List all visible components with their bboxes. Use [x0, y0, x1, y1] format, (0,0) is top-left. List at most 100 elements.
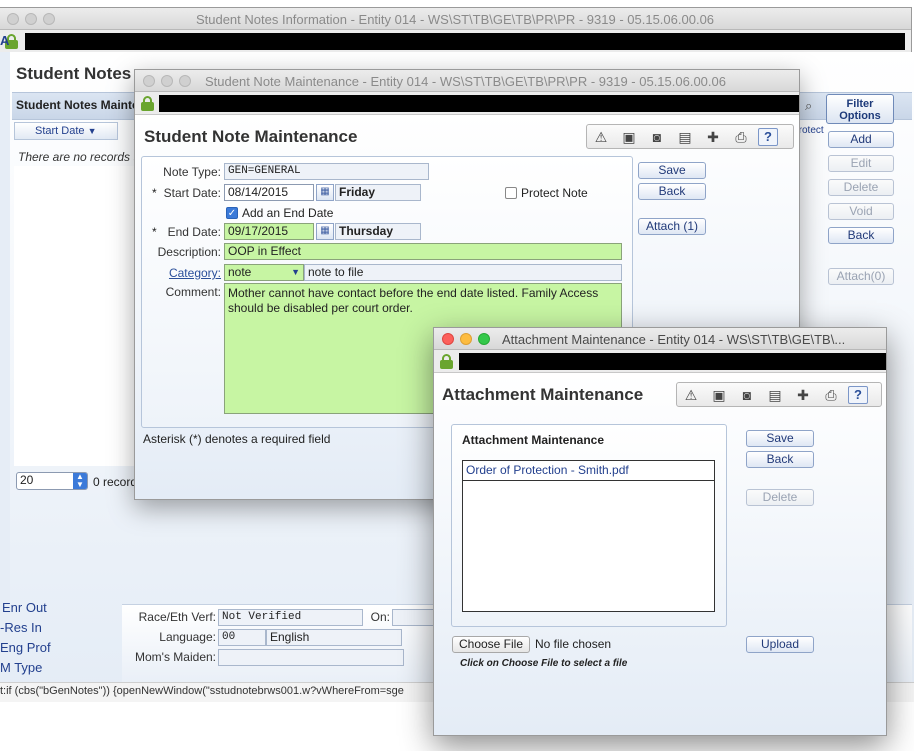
- window-title: Student Note Maintenance - Entity 014 - …: [205, 74, 726, 89]
- record-count: 0 records: [93, 475, 135, 489]
- window-controls: [442, 333, 496, 348]
- race-eth-verf-label: Race/Eth Verf:: [138, 610, 216, 624]
- race-eth-verf-field[interactable]: Not Verified: [218, 609, 363, 626]
- toolbar: ⚠ ▣ ◙ ▤ ✚ ⎙?: [676, 382, 882, 407]
- description-label: Description:: [157, 245, 221, 259]
- empty-message: There are no records to display: [18, 150, 136, 164]
- new-note-icon[interactable]: ✚: [794, 386, 812, 404]
- sidebar-link-m-type[interactable]: M Type: [0, 660, 42, 675]
- start-date-field[interactable]: 08/14/2015: [224, 184, 314, 201]
- attachment-panel-title: Attachment Maintenance: [462, 433, 605, 447]
- description-field[interactable]: OOP in Effect: [224, 243, 622, 260]
- address-bar: [0, 30, 911, 53]
- add-end-date-checkbox[interactable]: ✓: [226, 207, 238, 219]
- toolbar: ⚠ ▣ ◙ ▤ ✚ ⎙?: [586, 124, 794, 149]
- start-day-name: Friday: [339, 185, 376, 199]
- monitor-icon[interactable]: ▣: [620, 128, 638, 146]
- notes-icon[interactable]: ▤: [766, 386, 784, 404]
- edit-note-button[interactable]: Edit: [828, 155, 894, 172]
- sidebar-link-eng-prof[interactable]: Eng Prof: [0, 640, 51, 655]
- upload-button[interactable]: Upload: [746, 636, 814, 653]
- category-link[interactable]: Category:: [145, 266, 221, 280]
- address-bar: [135, 92, 799, 115]
- no-file-chosen-text: No file chosen: [535, 637, 612, 651]
- minimize-button[interactable]: [460, 333, 472, 345]
- titlebar: Attachment Maintenance - Entity 014 - WS…: [434, 328, 886, 350]
- attachment-list[interactable]: [462, 460, 715, 612]
- choose-file-hint: Click on Choose File to select a file: [460, 658, 628, 669]
- pointer-icon[interactable]: ⚠: [682, 386, 700, 404]
- save-button[interactable]: Save: [638, 162, 706, 179]
- section-title: Student Notes Maintenance: [16, 98, 138, 112]
- close-button[interactable]: [143, 75, 155, 87]
- attachment-page: Attachment Maintenance ⚠ ▣ ◙ ▤ ✚ ⎙? Attachmen…: [434, 374, 886, 735]
- sidebar-link-enr-out[interactable]: Enr Out: [2, 600, 47, 615]
- page-title: Attachment Maintenance: [442, 385, 644, 404]
- column-header-label: Start Date: [35, 125, 85, 137]
- titlebar: Student Note Maintenance - Entity 014 - …: [135, 70, 799, 92]
- back-button[interactable]: Back: [638, 183, 706, 200]
- window-title: Attachment Maintenance - Entity 014 - WS…: [502, 332, 846, 347]
- end-day-field: Thursday: [335, 223, 421, 240]
- lock-icon: [141, 96, 154, 111]
- note-type-field[interactable]: GEN=GENERAL: [224, 163, 429, 180]
- attachment-list-item[interactable]: Order of Protection - Smith.pdf: [463, 461, 714, 481]
- add-end-date-label: Add an End Date: [242, 206, 334, 220]
- filter-options-button[interactable]: Filter Options: [826, 94, 894, 124]
- status-bar-text: t:if (cbs("bGenNotes")) {openNewWindow("…: [0, 685, 404, 697]
- calendar-icon[interactable]: ▦: [316, 184, 334, 201]
- protect-note-checkbox[interactable]: [505, 187, 517, 199]
- required-field-note: Asterisk (*) denotes a required field: [143, 432, 331, 446]
- end-day-name: Thursday: [339, 224, 394, 238]
- url-field[interactable]: [25, 33, 905, 50]
- back-button[interactable]: Back: [828, 227, 894, 244]
- help-icon[interactable]: ?: [758, 128, 778, 146]
- lock-icon: [440, 354, 453, 369]
- end-date-field[interactable]: 09/17/2015: [224, 223, 314, 240]
- zoom-button[interactable]: [478, 333, 490, 345]
- moms-maiden-field[interactable]: [218, 649, 404, 666]
- chevron-down-icon: ▼: [291, 267, 300, 277]
- column-header-start-date[interactable]: Start Date ▼: [14, 122, 118, 140]
- protect-note-label: Protect Note: [521, 186, 588, 200]
- save-button[interactable]: Save: [746, 430, 814, 447]
- delete-note-button[interactable]: Delete: [828, 179, 894, 196]
- language-code-field[interactable]: 00: [218, 629, 266, 646]
- start-date-label: Start Date:: [163, 186, 221, 200]
- camera-icon[interactable]: ◙: [738, 386, 756, 404]
- end-date-label: End Date:: [167, 225, 221, 239]
- close-button[interactable]: [442, 333, 454, 345]
- page-size-select[interactable]: 20 ▲ ▼: [16, 472, 88, 490]
- print-icon[interactable]: ⎙: [822, 386, 840, 404]
- monitor-icon[interactable]: ▣: [710, 386, 728, 404]
- sidebar-link-res-in[interactable]: -Res In: [0, 620, 42, 635]
- notes-icon[interactable]: ▤: [676, 128, 694, 146]
- help-icon[interactable]: ?: [848, 386, 868, 404]
- language-name-field[interactable]: English: [266, 629, 402, 646]
- search-icon[interactable]: ⌕: [805, 98, 819, 113]
- delete-button[interactable]: Delete: [746, 489, 814, 506]
- camera-icon[interactable]: ◙: [648, 128, 666, 146]
- sort-desc-icon: ▼: [87, 126, 97, 136]
- window-title: Student Notes Information - Entity 014 -…: [195, 12, 715, 27]
- titlebar: Student Notes Information - Entity 014 -…: [0, 8, 911, 30]
- void-note-button[interactable]: Void: [828, 203, 894, 220]
- zoom-button[interactable]: [179, 75, 191, 87]
- results-area: [14, 166, 136, 466]
- back-button[interactable]: Back: [746, 451, 814, 468]
- category-description-field: note to file: [304, 264, 622, 281]
- attach-button[interactable]: Attach(0): [828, 268, 894, 285]
- category-select[interactable]: note ▼: [224, 264, 304, 281]
- attach-button[interactable]: Attach (1): [638, 218, 706, 235]
- url-field[interactable]: [159, 95, 799, 112]
- pointer-icon[interactable]: ⚠: [592, 128, 610, 146]
- choose-file-button[interactable]: Choose File: [452, 636, 530, 653]
- page-title: Student Notes Information: [16, 64, 134, 83]
- new-note-icon[interactable]: ✚: [704, 128, 722, 146]
- minimize-button[interactable]: [161, 75, 173, 87]
- calendar-icon[interactable]: ▦: [316, 223, 334, 240]
- url-field[interactable]: [459, 353, 886, 370]
- add-note-button[interactable]: Add: [828, 131, 894, 148]
- print-icon[interactable]: ⎙: [732, 128, 750, 146]
- stepper-icon: ▲ ▼: [73, 473, 87, 489]
